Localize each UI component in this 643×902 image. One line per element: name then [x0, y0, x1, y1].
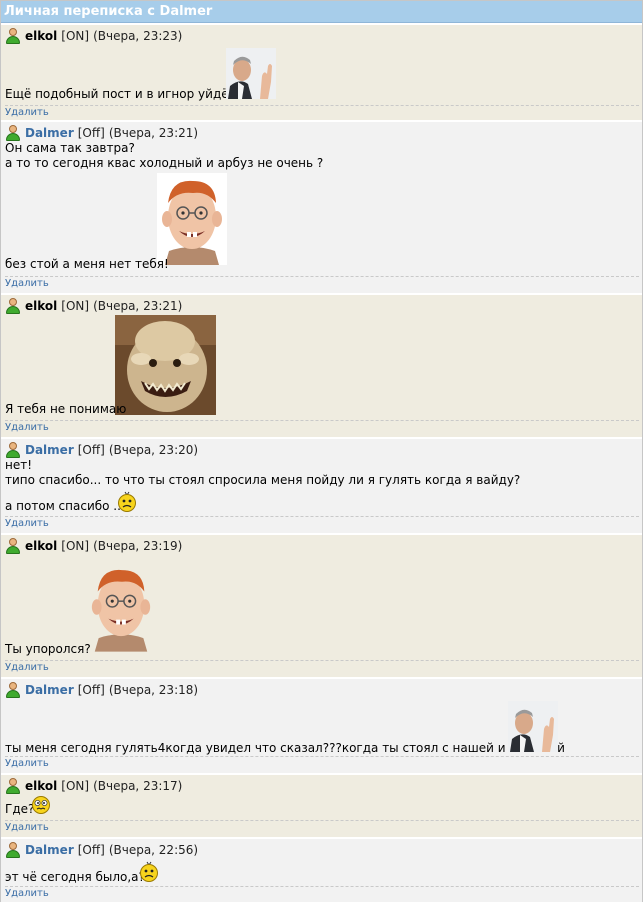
message: elkol [ON] (Вчера, 23:23) Ещё подобный п…	[1, 23, 642, 120]
message-meta: Dalmer [Off] (Вчера, 23:18)	[5, 682, 639, 698]
sad-smiley	[118, 491, 136, 512]
message-body: ты меня сегодня гулять4когда увидел что …	[5, 698, 639, 755]
message-time: (Вчера, 22:56)	[108, 843, 199, 857]
status-label: [ON]	[61, 779, 90, 793]
author-link[interactable]: elkol	[25, 298, 57, 314]
furry-creature-photo	[115, 315, 216, 415]
user-online-icon	[5, 778, 21, 794]
delete-link[interactable]: Удалить	[5, 886, 639, 900]
status-label: [Off]	[77, 843, 105, 857]
message-text: эт чё сегодня было,а?	[5, 870, 145, 884]
message-text: а то то сегодня квас холодный и арбуз не…	[5, 156, 324, 170]
message-text: типо спасибо... то что ты стоял спросила…	[5, 473, 521, 487]
message-body: эт чё сегодня было,а?	[5, 858, 639, 885]
message-text: Он сама так завтра?	[5, 141, 135, 155]
message-meta: elkol [ON] (Вчера, 23:21)	[5, 298, 639, 314]
message-meta: elkol [ON] (Вчера, 23:23)	[5, 28, 639, 44]
author-link[interactable]: Dalmer	[25, 682, 74, 698]
message: Dalmer [Off] (Вчера, 23:20) нет! типо сп…	[1, 437, 642, 533]
message-body: Ты упоролся?	[5, 554, 639, 659]
status-label: [ON]	[61, 539, 90, 553]
conversation-title: Личная переписка с Dalmer	[1, 1, 642, 23]
message-time: (Вчера, 23:17)	[93, 779, 183, 793]
message-time: (Вчера, 23:18)	[108, 683, 199, 697]
user-icon	[5, 125, 21, 141]
message: Dalmer [Off] (Вчера, 23:21) Он сама так …	[1, 120, 642, 293]
author-link[interactable]: Dalmer	[25, 125, 74, 141]
user-icon	[5, 682, 21, 698]
confused-smiley	[32, 796, 50, 814]
delete-link[interactable]: Удалить	[5, 756, 639, 770]
message-time: (Вчера, 23:20)	[108, 443, 199, 457]
user-online-icon	[5, 538, 21, 554]
message-text: Я тебя не понимаю	[5, 402, 127, 416]
user-icon	[5, 842, 21, 858]
message-meta: Dalmer [Off] (Вчера, 23:20)	[5, 442, 639, 458]
message-text: Где?	[5, 802, 35, 816]
redhead-boy-caricature	[87, 559, 155, 655]
message-body: Он сама так завтра? а то то сегодня квас…	[5, 141, 639, 275]
message-text: нет!	[5, 458, 33, 472]
status-label: [Off]	[77, 126, 105, 140]
message-text: без стой а меня нет тебя!	[5, 257, 169, 271]
delete-link[interactable]: Удалить	[5, 276, 639, 290]
author-link[interactable]: Dalmer	[25, 442, 74, 458]
author-link[interactable]: elkol	[25, 28, 57, 44]
message-meta: elkol [ON] (Вчера, 23:17)	[5, 778, 639, 794]
message-body: нет! типо спасибо... то что ты стоял спр…	[5, 458, 639, 515]
status-label: [ON]	[61, 299, 90, 313]
message-text: ты меня сегодня гулять4когда увидел что …	[5, 741, 565, 755]
message-body: Ещё подобный пост и в игнор уйдёшь	[5, 44, 639, 104]
message-text: Ещё подобный пост и в игнор уйдёшь	[5, 87, 247, 101]
delete-link[interactable]: Удалить	[5, 516, 639, 530]
private-conversation: Личная переписка с Dalmer elkol [ON] (Вч…	[0, 0, 643, 902]
politician-pointing-photo	[508, 701, 558, 752]
author-link[interactable]: Dalmer	[25, 842, 74, 858]
author-link[interactable]: elkol	[25, 778, 57, 794]
message-text: а потом спасибо ..	[5, 499, 121, 513]
sad-smiley	[140, 861, 158, 882]
message: elkol [ON] (Вчера, 23:17) Где? Удалить	[1, 773, 642, 837]
delete-link[interactable]: Удалить	[5, 820, 639, 834]
author-link[interactable]: elkol	[25, 538, 57, 554]
message-meta: elkol [ON] (Вчера, 23:19)	[5, 538, 639, 554]
message-time: (Вчера, 23:19)	[93, 539, 183, 553]
status-label: [ON]	[61, 29, 90, 43]
message: elkol [ON] (Вчера, 23:19) Ты упоролся? У…	[1, 533, 642, 677]
message-time: (Вчера, 23:21)	[93, 299, 183, 313]
message-meta: Dalmer [Off] (Вчера, 22:56)	[5, 842, 639, 858]
message: Dalmer [Off] (Вчера, 23:18) ты меня сего…	[1, 677, 642, 773]
user-online-icon	[5, 298, 21, 314]
message-time: (Вчера, 23:23)	[93, 29, 183, 43]
message-body: Где?	[5, 794, 639, 819]
delete-link[interactable]: Удалить	[5, 660, 639, 674]
status-label: [Off]	[77, 443, 105, 457]
delete-link[interactable]: Удалить	[5, 105, 639, 119]
status-label: [Off]	[77, 683, 105, 697]
message: elkol [ON] (Вчера, 23:21) Я тебя не пони…	[1, 293, 642, 437]
message-time: (Вчера, 23:21)	[108, 126, 199, 140]
message: Dalmer [Off] (Вчера, 22:56) эт чё сегодн…	[1, 837, 642, 902]
user-online-icon	[5, 28, 21, 44]
delete-link[interactable]: Удалить	[5, 420, 639, 434]
user-icon	[5, 442, 21, 458]
redhead-boy-caricature	[157, 173, 227, 265]
politician-pointing-photo	[226, 48, 276, 99]
message-meta: Dalmer [Off] (Вчера, 23:21)	[5, 125, 639, 141]
message-text: Ты упоролся?	[5, 642, 91, 656]
message-body: Я тебя не понимаю	[5, 314, 639, 419]
